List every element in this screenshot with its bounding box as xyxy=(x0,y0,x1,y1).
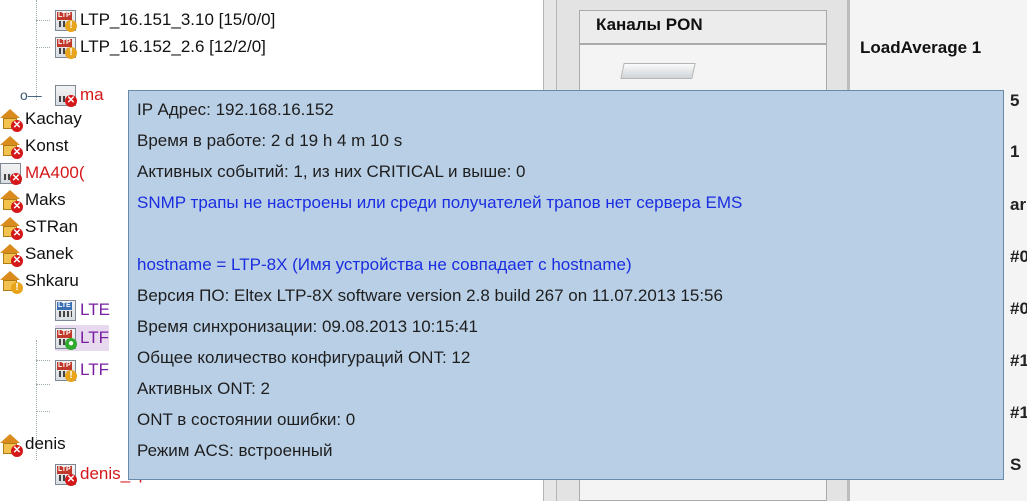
tree-node-label: denis xyxy=(25,434,66,453)
tooltip-ip-address: IP Адрес: 192.168.16.152 xyxy=(137,100,334,119)
tree-node-label: LTE xyxy=(80,300,110,319)
info-value: S xyxy=(1010,455,1022,474)
house-warning-icon: ! xyxy=(0,270,23,294)
tooltip-active-events: Активных событий: 1, из них CRITICAL и в… xyxy=(137,162,526,181)
info-value: #1 xyxy=(1010,351,1027,370)
tooltip-snmp-warning: SNMP трапы не настроены или среди получа… xyxy=(137,193,743,212)
tree-node[interactable]: ✕ STRan xyxy=(0,214,78,240)
tooltip-spacer xyxy=(137,218,1003,249)
house-error-icon: ✕ xyxy=(0,243,23,267)
info-value: #1 xyxy=(1010,403,1027,422)
tree-node-label: Konst xyxy=(25,136,69,155)
tree-node[interactable]: ✕ denis xyxy=(0,431,66,457)
ltp-device-warning-icon: LTP! xyxy=(55,359,77,382)
info-value: 1 xyxy=(1010,142,1020,161)
tree-node-label: Shkaru xyxy=(25,271,79,290)
tree-collapse-handle[interactable]: o— xyxy=(20,87,42,103)
ltp-device-ok-icon: LTP ● xyxy=(55,327,77,350)
tree-node-selected[interactable]: LTP ● LTF xyxy=(55,325,109,351)
house-error-icon: ✕ xyxy=(0,433,23,457)
tree-node[interactable]: ✕ Konst xyxy=(0,133,68,159)
tree-node[interactable]: LTP! LTP_16.151_3.10 [15/0/0] xyxy=(55,7,275,33)
info-value: #0 xyxy=(1010,247,1027,266)
house-error-icon: ✕ xyxy=(0,135,23,159)
tab-pon-channels[interactable]: Каналы PON xyxy=(579,10,827,44)
load-average-label: LoadAverage 1 xyxy=(860,38,982,57)
tree-node-label: STRan xyxy=(25,217,78,236)
house-error-icon: ✕ xyxy=(0,216,23,240)
tree-node-label: Maks xyxy=(25,190,66,209)
tree-node-label: LTP_16.151_3.10 [15/0/0] xyxy=(80,10,276,29)
tooltip-active-ont: Активных ONT: 2 xyxy=(137,379,271,398)
ltp-device-ok-icon: LTP! xyxy=(55,9,77,32)
device-error-icon: ✕ xyxy=(0,162,22,185)
tree-node-label: Kachay xyxy=(25,109,82,128)
tree-node[interactable]: ✕ Kachay xyxy=(0,106,82,132)
tree-guide-line xyxy=(36,20,50,21)
ltp-device-warning-icon: LTP! xyxy=(55,36,77,59)
tooltip-uptime: Время в работе: 2 d 19 h 4 m 10 s xyxy=(137,131,403,150)
tree-node[interactable]: ✕ ma xyxy=(55,82,104,108)
tree-node[interactable]: LTP! LTP_16.152_2.6 [12/2/0] xyxy=(55,34,266,60)
tree-guide-line xyxy=(36,411,50,412)
tree-guide-line xyxy=(36,47,50,48)
tooltip-sync-time: Время синхронизации: 09.08.2013 10:15:41 xyxy=(137,317,478,336)
tree-node[interactable]: ✕ MA400( xyxy=(0,160,85,186)
tooltip-ont-error: ONT в состоянии ошибки: 0 xyxy=(137,410,356,429)
tree-guide-line xyxy=(36,360,50,361)
device-tooltip: IP Адрес: 192.168.16.152 Время в работе:… xyxy=(128,90,1004,480)
tree-node-label: Sanek xyxy=(25,244,74,263)
tree-guide-line xyxy=(36,0,37,100)
ltp-device-error-icon: LTP ✕ xyxy=(55,463,77,486)
tree-node-label: MA400( xyxy=(25,163,85,182)
device-error-icon: ✕ xyxy=(55,84,77,107)
info-value: 5 xyxy=(1010,91,1020,110)
ltp-device-icon: LTE xyxy=(55,299,76,321)
tree-node-label: LTP_16.152_2.6 [12/2/0] xyxy=(80,37,266,56)
tooltip-ont-config-count: Общее количество конфигураций ONT: 12 xyxy=(137,348,471,367)
tooltip-hostname-warning: hostname = LTP-8X (Имя устройства не сов… xyxy=(137,255,632,274)
tree-node[interactable]: LTP! LTF xyxy=(55,357,109,383)
info-value: #0 xyxy=(1010,299,1027,318)
house-error-icon: ✕ xyxy=(0,108,23,132)
tree-node[interactable]: ✕ Sanek xyxy=(0,241,73,267)
tree-guide-line xyxy=(36,384,50,385)
ltp-device-image xyxy=(620,63,696,79)
tree-node[interactable]: ! Shkaru xyxy=(0,268,79,294)
info-value: ar xyxy=(1010,195,1027,214)
tree-node-label: ma xyxy=(80,85,104,104)
tree-node-label: LTF xyxy=(80,328,109,347)
tree-node[interactable]: LTE LTE xyxy=(55,297,110,323)
tooltip-acs-mode: Режим ACS: встроенный xyxy=(137,441,333,460)
tooltip-firmware-version: Версия ПО: Eltex LTP-8X software version… xyxy=(137,286,723,305)
tree-node-label: LTF xyxy=(80,360,109,379)
house-error-icon: ✕ xyxy=(0,189,23,213)
tree-node[interactable]: ✕ Maks xyxy=(0,187,66,213)
